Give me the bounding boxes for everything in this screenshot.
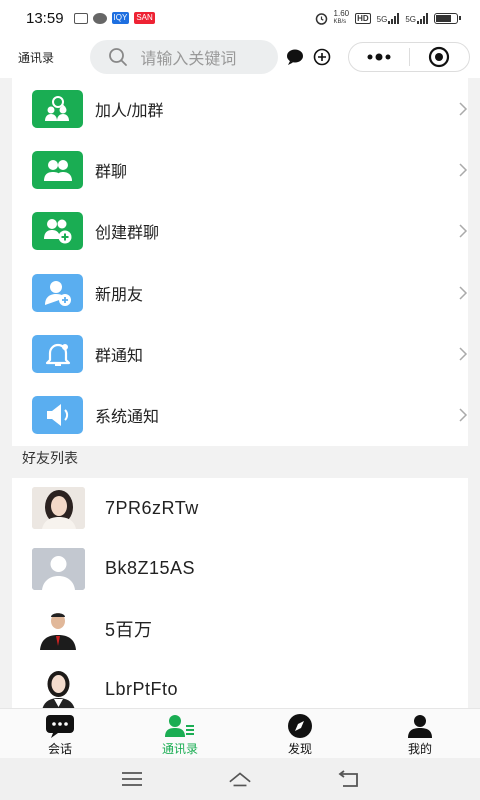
notification-icons: IQY SAN	[73, 12, 155, 24]
friends-list: 7PR6zRTw Bk8Z15AS 5百万 LbrPtFto	[12, 478, 468, 708]
avatar	[32, 668, 85, 708]
more-dots-icon	[367, 53, 391, 61]
header: 通讯录 请输入关键词	[0, 36, 480, 78]
app-notification-icon-2: SAN	[134, 12, 155, 24]
menu-item-new-friend[interactable]: 新朋友	[12, 262, 468, 323]
tab-contacts[interactable]: 通讯录	[120, 709, 240, 758]
menu-label: 新朋友	[95, 286, 144, 304]
speaker-icon	[32, 396, 83, 435]
chevron-right-icon	[459, 163, 468, 177]
friend-name: LbrPtFto	[105, 679, 179, 700]
friend-name: 5百万	[105, 620, 153, 641]
menu-label: 加人/加群	[95, 102, 164, 120]
add-circle-icon[interactable]	[313, 47, 332, 67]
chevron-right-icon	[459, 224, 468, 238]
menu-icon[interactable]	[120, 769, 144, 789]
tab-bar: 会话 通讯录 发现 我的	[0, 708, 480, 758]
home-icon[interactable]	[228, 769, 252, 789]
friend-row[interactable]: 7PR6zRTw	[12, 478, 468, 539]
menu-label: 群聊	[95, 163, 128, 181]
status-time: 13:59	[26, 9, 64, 27]
close-mini-program-button[interactable]	[410, 43, 470, 71]
friends-section-title: 好友列表	[22, 450, 78, 466]
new-friend-icon	[32, 273, 83, 312]
chevron-right-icon	[459, 286, 468, 300]
status-bar: 13:59 IQY SAN 1.60 KB/s HD 5G 5G	[0, 0, 480, 36]
avatar	[32, 487, 85, 530]
tab-label: 会话	[47, 742, 72, 756]
avatar	[32, 608, 85, 651]
search-placeholder: 请输入关键词	[140, 51, 237, 68]
friend-row[interactable]: Bk8Z15AS	[12, 539, 468, 600]
add-contact-icon	[32, 89, 83, 128]
chat-notification-icon	[92, 12, 107, 24]
message-icon	[73, 12, 88, 24]
friend-name: 7PR6zRTw	[105, 497, 199, 518]
menu-item-add-contact[interactable]: 加人/加群	[12, 78, 468, 139]
create-group-icon	[32, 212, 83, 251]
menu-item-group-notice[interactable]: 群通知	[12, 323, 468, 384]
system-nav-bar	[0, 758, 480, 800]
menu-label: 系统通知	[95, 409, 160, 427]
friend-row[interactable]: 5百万	[12, 599, 468, 660]
default-avatar-icon	[32, 547, 85, 590]
battery-icon	[434, 12, 461, 24]
menu-label: 群通知	[95, 347, 144, 365]
target-icon	[429, 46, 450, 68]
tab-label: 通讯录	[161, 742, 198, 756]
tab-discover[interactable]: 发现	[240, 709, 360, 758]
alarm-icon	[315, 12, 327, 25]
contacts-icon	[164, 714, 196, 738]
tab-label: 发现	[287, 742, 312, 756]
app-notification-icon: IQY	[111, 12, 130, 24]
friend-name: Bk8Z15AS	[105, 558, 196, 579]
back-icon[interactable]	[336, 769, 360, 789]
friend-row[interactable]: LbrPtFto	[12, 660, 468, 708]
menu-item-group-chat[interactable]: 群聊	[12, 139, 468, 200]
chevron-right-icon	[459, 347, 468, 361]
chevron-right-icon	[459, 102, 468, 116]
signal-icon	[388, 12, 400, 24]
mini-program-capsule	[348, 42, 470, 72]
person-icon	[407, 714, 433, 738]
hd-icon: HD	[355, 12, 371, 24]
chat-bubble-icon	[45, 714, 75, 738]
contacts-menu: 加人/加群 群聊 创建群聊 新朋友 群通知 系统通知	[12, 78, 468, 446]
bell-icon	[32, 334, 83, 373]
message-bubble-icon[interactable]	[286, 47, 305, 67]
search-icon	[109, 48, 128, 66]
menu-item-create-group[interactable]: 创建群聊	[12, 201, 468, 262]
search-input[interactable]: 请输入关键词	[90, 40, 278, 74]
network-speed: 1.60 KB/s	[333, 9, 350, 26]
more-button[interactable]	[349, 43, 409, 71]
tab-chats[interactable]: 会话	[0, 709, 120, 758]
tab-label: 我的	[407, 742, 432, 756]
page-title: 通讯录	[18, 50, 55, 65]
group-chat-icon	[32, 150, 83, 189]
menu-item-system-notice[interactable]: 系统通知	[12, 384, 468, 445]
status-right: 1.60 KB/s HD 5G 5G	[315, 9, 461, 26]
chevron-right-icon	[459, 408, 468, 422]
menu-label: 创建群聊	[95, 225, 160, 243]
network-5g-1: 5G	[377, 12, 400, 24]
compass-icon	[287, 714, 313, 738]
tab-me[interactable]: 我的	[360, 709, 480, 758]
network-5g-2: 5G	[405, 12, 428, 24]
signal-icon-2	[417, 12, 428, 24]
